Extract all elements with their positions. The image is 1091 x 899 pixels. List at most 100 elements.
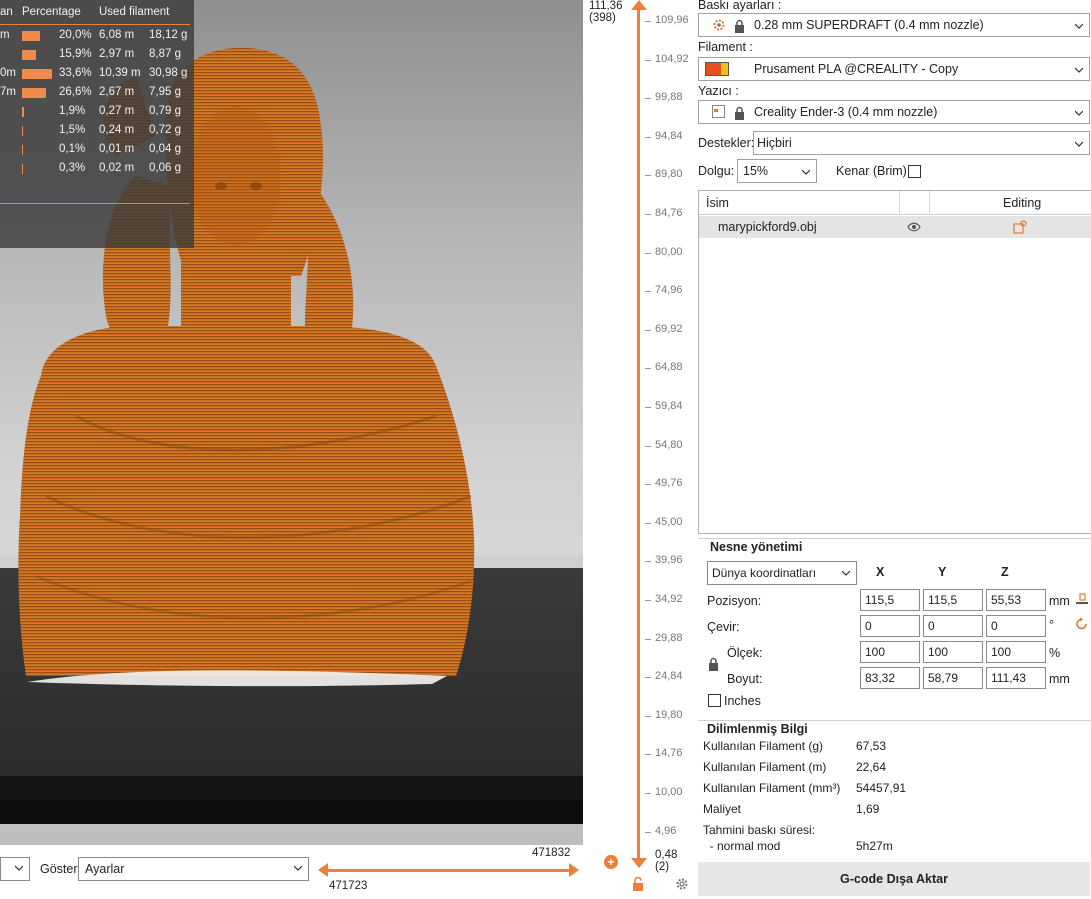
layer-slider-top-thumb[interactable] bbox=[631, 0, 647, 10]
layer-tick-mark bbox=[645, 214, 651, 215]
scale-x-field[interactable]: 100 bbox=[860, 641, 920, 663]
layer-tick-label: 89,80 bbox=[655, 168, 683, 181]
drop-to-bed-icon[interactable] bbox=[1075, 591, 1089, 605]
view-type-combo[interactable] bbox=[0, 857, 30, 881]
gear-icon[interactable] bbox=[675, 877, 689, 891]
sliced-info-section: Dilimlenmiş Bilgi Kullanılan Filament (g… bbox=[698, 720, 1091, 860]
layer-tick-label: 10,00 bbox=[655, 786, 683, 798]
object-name: marypickford9.obj bbox=[718, 220, 817, 234]
edit-settings-icon[interactable] bbox=[1013, 220, 1027, 234]
export-gcode-button[interactable]: G-code Dışa Aktar bbox=[698, 862, 1090, 896]
position-z-field[interactable]: 55,53 bbox=[986, 589, 1046, 611]
scale-y-field[interactable]: 100 bbox=[923, 641, 983, 663]
move-slider-max-value: 471832 bbox=[532, 847, 571, 859]
rotation-x-field[interactable]: 0 bbox=[860, 615, 920, 637]
layer-top-height: 111,36 bbox=[589, 0, 623, 12]
filament-combo[interactable]: Prusament PLA @CREALITY - Copy bbox=[698, 57, 1090, 81]
layer-tick-mark bbox=[645, 368, 651, 370]
legend-header-percentage: Percentage bbox=[22, 6, 81, 18]
print-settings-label: Baskı ayarları : bbox=[698, 0, 782, 12]
supports-combo[interactable]: Hiçbiri bbox=[753, 131, 1090, 155]
layer-tick-mark bbox=[645, 291, 651, 293]
3d-viewport[interactable]: an Percentage Used filament m 20,0% 6,08 m… bbox=[0, 0, 583, 845]
brim-checkbox[interactable] bbox=[908, 165, 921, 178]
scale-lock-icon[interactable] bbox=[708, 657, 719, 671]
legend-row-length: 10,39 m bbox=[99, 67, 141, 79]
legend-row-length: 2,67 m bbox=[99, 86, 135, 98]
move-slider-right-thumb[interactable] bbox=[569, 863, 579, 877]
layer-tick-label: 24,84 bbox=[655, 670, 683, 683]
infill-label: Dolgu: bbox=[698, 164, 735, 178]
layer-tick-label: 80,00 bbox=[655, 245, 683, 258]
layer-tick-mark bbox=[645, 407, 651, 408]
settings-sidebar: Baskı ayarları : 0.28 mm SUPERDRAFT (0.4… bbox=[697, 0, 1091, 899]
supports-label: Destekler: bbox=[698, 136, 755, 150]
legend-header-name: an bbox=[0, 6, 13, 18]
legend-row-weight: 8,87 g bbox=[149, 48, 181, 60]
unlock-icon[interactable] bbox=[631, 877, 645, 891]
rotation-unit: ° bbox=[1049, 618, 1054, 632]
position-x-field[interactable]: 115,5 bbox=[860, 589, 920, 611]
legend-row: 15,9% 2,97 m 8,87 g bbox=[0, 46, 194, 65]
printer-combo[interactable]: Creality Ender-3 (0.4 mm nozzle) bbox=[698, 100, 1090, 124]
legend-row: 0,1% 0,01 m 0,04 g bbox=[0, 141, 194, 160]
layer-tick-mark bbox=[645, 329, 651, 331]
move-slider-track[interactable] bbox=[322, 869, 576, 872]
layer-tick-mark bbox=[645, 638, 651, 640]
object-list[interactable]: İsim Editing marypickford9.obj bbox=[698, 190, 1091, 534]
position-y-field[interactable]: 115,5 bbox=[923, 589, 983, 611]
legend-row-percent: 26,6% bbox=[59, 86, 92, 98]
legend-row-weight: 7,95 g bbox=[149, 86, 181, 98]
legend-row-length: 0,01 m bbox=[99, 143, 135, 155]
object-manipulation-title: Nesne yönetimi bbox=[707, 540, 806, 554]
column-header-editing[interactable]: Editing bbox=[1003, 196, 1041, 210]
layer-slider-bottom-thumb[interactable] bbox=[631, 858, 647, 868]
bed-logo-mark bbox=[27, 670, 447, 687]
size-y-field[interactable]: 58,79 bbox=[923, 667, 983, 689]
eye-icon[interactable] bbox=[907, 222, 921, 232]
position-label: Pozisyon: bbox=[707, 594, 762, 608]
legend-row-percent: 1,5% bbox=[59, 124, 86, 136]
scale-unit: % bbox=[1049, 646, 1061, 660]
chevron-down-icon bbox=[1075, 141, 1083, 147]
coord-system-select[interactable]: Dünya koordinatları bbox=[707, 561, 857, 585]
layer-tick-label: 59,84 bbox=[655, 400, 683, 412]
filament-label: Filament : bbox=[698, 40, 753, 54]
sliced-info-label: Maliyet bbox=[703, 802, 742, 816]
legend-row-weight: 0,04 g bbox=[149, 143, 181, 155]
legend-row-name: m bbox=[0, 29, 10, 41]
legend-row-percent: 0,1% bbox=[59, 143, 86, 155]
layer-tick-mark bbox=[645, 136, 651, 138]
legend-row-percent: 0,3% bbox=[59, 162, 86, 174]
layer-slider-track[interactable] bbox=[637, 8, 640, 864]
size-x-field[interactable]: 83,32 bbox=[860, 667, 920, 689]
move-slider-left-thumb[interactable] bbox=[318, 863, 328, 877]
legend-row: m 20,0% 6,08 m 18,12 g bbox=[0, 27, 194, 46]
show-select[interactable]: Ayarlar bbox=[78, 857, 309, 881]
scale-z-field[interactable]: 100 bbox=[986, 641, 1046, 663]
object-list-row[interactable]: marypickford9.obj bbox=[699, 216, 1091, 238]
layer-tick-label: 104,92 bbox=[655, 52, 689, 65]
print-settings-combo[interactable]: 0.28 mm SUPERDRAFT (0.4 mm nozzle) bbox=[698, 13, 1090, 37]
infill-combo[interactable]: 15% bbox=[737, 159, 817, 183]
reset-rotation-icon[interactable] bbox=[1075, 617, 1089, 631]
layer-tick-mark bbox=[645, 59, 651, 61]
layer-tick-mark bbox=[645, 793, 651, 794]
rotation-y-field[interactable]: 0 bbox=[923, 615, 983, 637]
legend-row-percent: 20,0% bbox=[59, 29, 92, 41]
add-color-change-icon[interactable]: + bbox=[604, 855, 618, 869]
size-unit: mm bbox=[1049, 672, 1070, 686]
legend-row-name: 0m bbox=[0, 67, 16, 79]
column-header-name[interactable]: İsim bbox=[706, 196, 729, 210]
layer-tick-label: 49,76 bbox=[655, 477, 683, 490]
rotation-z-field[interactable]: 0 bbox=[986, 615, 1046, 637]
inches-checkbox[interactable] bbox=[708, 694, 721, 707]
layer-tick-mark bbox=[645, 175, 651, 177]
layer-bottom-readout: 0,48 (2) bbox=[655, 849, 677, 873]
axis-z-label: Z bbox=[1001, 565, 1009, 579]
size-z-field[interactable]: 111,43 bbox=[986, 667, 1046, 689]
printer-label: Yazıcı : bbox=[698, 84, 739, 98]
layer-tick-mark bbox=[645, 445, 651, 447]
legend-row-length: 0,24 m bbox=[99, 124, 135, 136]
legend-row: 1,5% 0,24 m 0,72 g bbox=[0, 122, 194, 141]
